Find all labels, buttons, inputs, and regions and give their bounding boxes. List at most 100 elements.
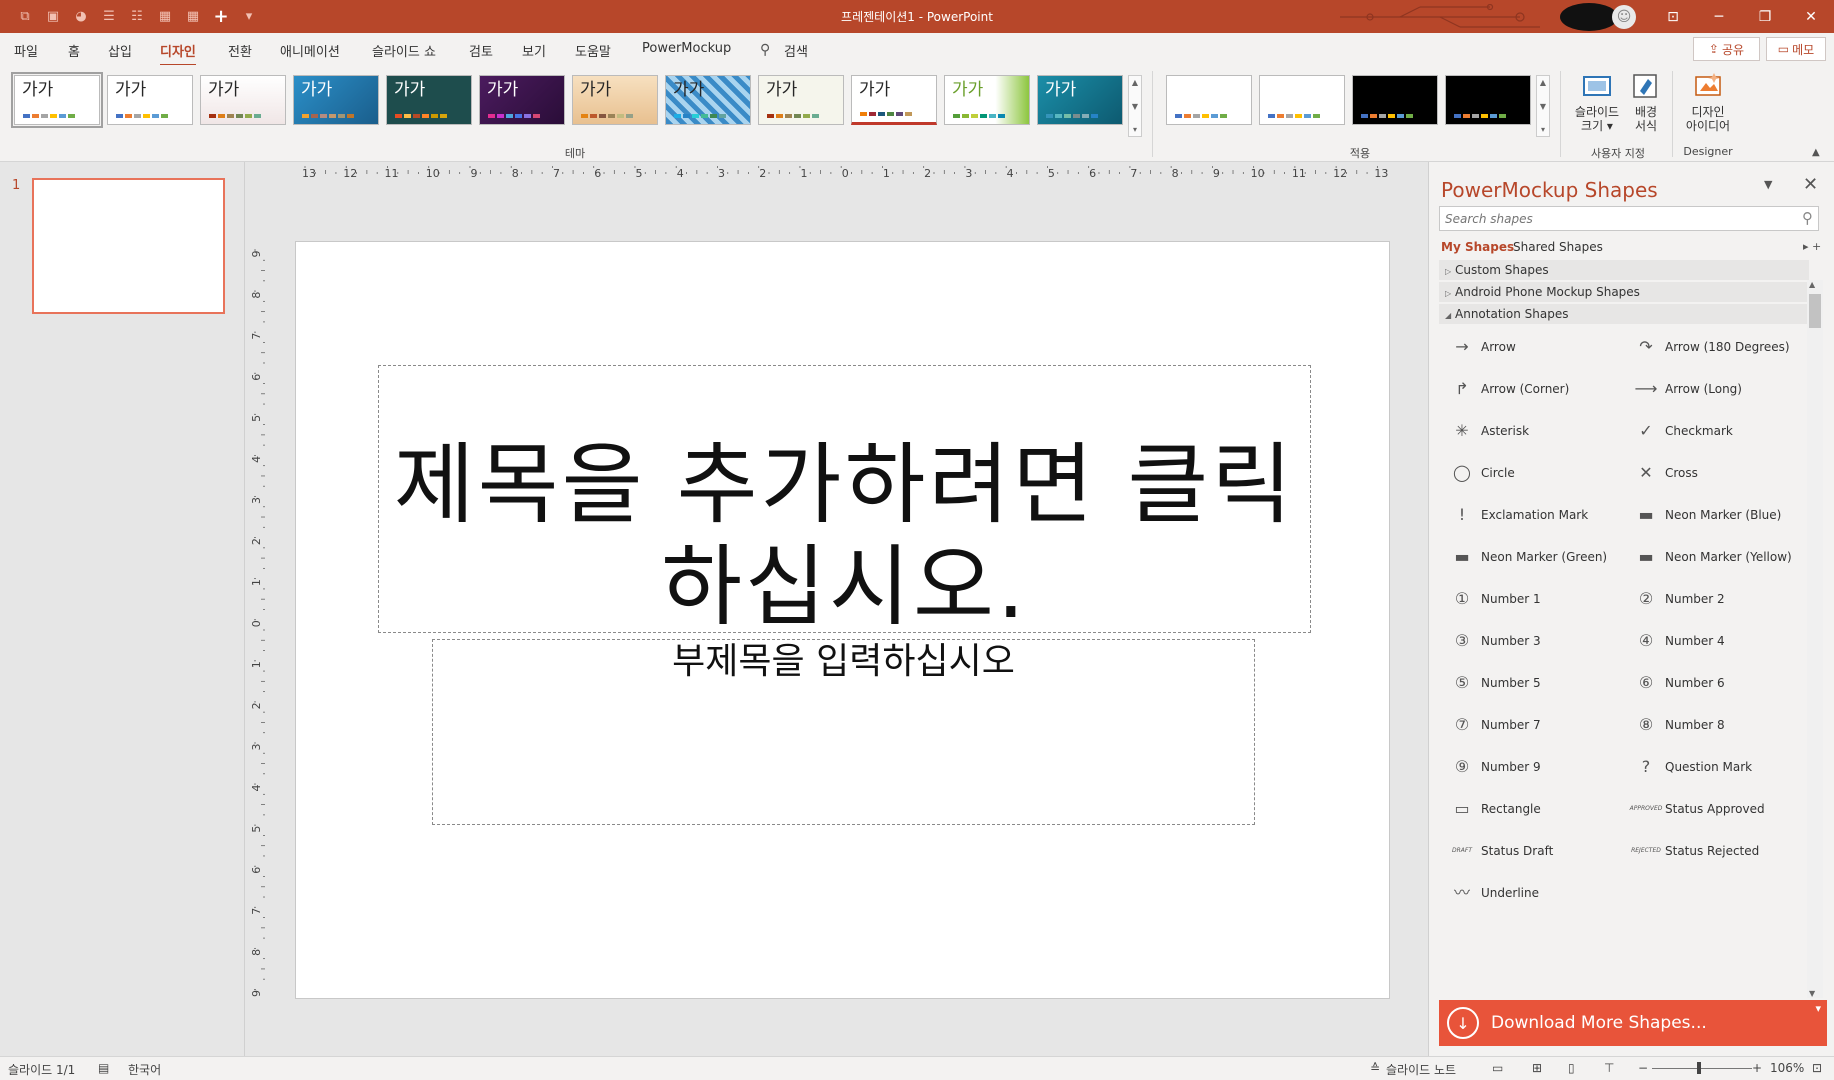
- scroll-down-icon[interactable]: ▼: [1540, 102, 1546, 111]
- design-ideas-button[interactable]: 디자인 아이디어: [1680, 71, 1736, 133]
- tab-review[interactable]: 검토: [469, 41, 493, 60]
- notes-icon[interactable]: ≙: [1370, 1061, 1380, 1075]
- tab-animations[interactable]: 애니메이션: [280, 41, 340, 60]
- format-background-button[interactable]: 배경 서식: [1626, 71, 1666, 133]
- section-header[interactable]: ▷ Custom Shapes: [1439, 260, 1809, 280]
- tab-help[interactable]: 도움말: [575, 41, 611, 60]
- tell-me-search[interactable]: 검색: [784, 41, 808, 60]
- theme-office[interactable]: 가가: [11, 72, 103, 128]
- theme-ion[interactable]: 가가: [293, 75, 379, 125]
- shape-item[interactable]: ① Number 1: [1439, 584, 1619, 614]
- zoom-in-icon[interactable]: +: [1752, 1061, 1762, 1075]
- shape-item[interactable]: DRAFT Status Draft: [1439, 836, 1619, 866]
- shape-item[interactable]: REJECTED Status Rejected: [1623, 836, 1803, 866]
- slide-sorter-icon[interactable]: ⊞: [1532, 1061, 1542, 1075]
- slide-canvas[interactable]: 제목을 추가하려면 클릭 하십시오. 부제목을 입력하십시오: [295, 241, 1390, 999]
- shape-item[interactable]: ✕ Cross: [1623, 458, 1803, 488]
- shape-item[interactable]: ⑧ Number 8: [1623, 710, 1803, 740]
- pane-options-icon[interactable]: ▼: [1764, 178, 1772, 191]
- scroll-up-icon[interactable]: ▲: [1809, 280, 1815, 289]
- shape-item[interactable]: ⑨ Number 9: [1439, 752, 1619, 782]
- subtitle-placeholder[interactable]: 부제목을 입력하십시오: [432, 639, 1255, 825]
- scroll-up-icon[interactable]: ▲: [1132, 78, 1138, 87]
- shape-item[interactable]: ✓ Checkmark: [1623, 416, 1803, 446]
- scroll-down-icon[interactable]: ▼: [1132, 102, 1138, 111]
- theme-basis[interactable]: 가가: [851, 75, 937, 125]
- shape-item[interactable]: → Arrow: [1439, 332, 1619, 362]
- theme-retrospect[interactable]: 가가: [572, 75, 658, 125]
- tab-my-shapes[interactable]: My Shapes: [1441, 240, 1514, 254]
- accessibility-icon[interactable]: ▤: [98, 1061, 109, 1075]
- zoom-slider[interactable]: [1652, 1068, 1752, 1069]
- expand-gallery-icon[interactable]: ▾: [1541, 125, 1545, 134]
- shape-item[interactable]: ǃ Exclamation Mark: [1439, 500, 1619, 530]
- shape-item[interactable]: 〰 Underline: [1439, 878, 1619, 900]
- collapse-ribbon-icon[interactable]: ▲: [1812, 147, 1820, 158]
- theme-organic[interactable]: 가가: [479, 75, 565, 125]
- shape-search-input[interactable]: [1440, 207, 1780, 230]
- theme-dividend[interactable]: 가가: [1037, 75, 1123, 125]
- shape-item[interactable]: ▬ Neon Marker (Yellow): [1623, 542, 1803, 572]
- shape-item[interactable]: ② Number 2: [1623, 584, 1803, 614]
- shape-item[interactable]: ✳ Asterisk: [1439, 416, 1619, 446]
- theme-pattern[interactable]: 가가: [665, 75, 751, 125]
- zoom-slider-thumb[interactable]: [1697, 1062, 1701, 1074]
- search-icon[interactable]: ⚲: [760, 42, 770, 58]
- section-header[interactable]: ▷ Android Phone Mockup Shapes: [1439, 282, 1809, 302]
- scroll-down-icon[interactable]: ▼: [1809, 989, 1815, 998]
- slideshow-view-icon[interactable]: ⊤: [1604, 1061, 1614, 1075]
- pane-scrollbar[interactable]: ▲ ▼: [1807, 280, 1823, 998]
- reading-view-icon[interactable]: ▯: [1568, 1061, 1575, 1075]
- variants-gallery-scroll[interactable]: ▲ ▼ ▾: [1536, 75, 1550, 137]
- fit-to-window-icon[interactable]: ⊡: [1812, 1061, 1822, 1075]
- theme-slice[interactable]: 가가: [944, 75, 1030, 125]
- tab-transitions[interactable]: 전환: [228, 41, 252, 60]
- theme-office-2[interactable]: 가가: [107, 75, 193, 125]
- theme-ion-boardroom[interactable]: 가가: [386, 75, 472, 125]
- title-placeholder[interactable]: 제목을 추가하려면 클릭 하십시오.: [378, 365, 1311, 638]
- slide-size-button[interactable]: 슬라이드 크기 ▾: [1568, 71, 1626, 133]
- tab-powermockup[interactable]: PowerMockup: [642, 41, 731, 56]
- variant-2[interactable]: [1259, 75, 1345, 125]
- shape-item[interactable]: ▬ Neon Marker (Blue): [1623, 500, 1803, 530]
- variant-1[interactable]: [1166, 75, 1252, 125]
- minimize-button[interactable]: ─: [1696, 0, 1742, 33]
- comments-button[interactable]: ▭ 메모: [1766, 37, 1826, 61]
- themes-gallery-scroll[interactable]: ▲ ▼ ▾: [1128, 75, 1142, 137]
- expand-gallery-icon[interactable]: ▾: [1133, 125, 1137, 134]
- tab-file[interactable]: 파일: [14, 41, 38, 60]
- theme-facet[interactable]: 가가: [200, 75, 286, 125]
- shape-item[interactable]: ④ Number 4: [1623, 626, 1803, 656]
- language-indicator[interactable]: 한국어: [128, 1061, 161, 1078]
- shape-item[interactable]: ③ Number 3: [1439, 626, 1619, 656]
- search-icon[interactable]: ⚲: [1802, 209, 1813, 227]
- account-avatar-icon[interactable]: ☺: [1612, 5, 1636, 29]
- shape-item[interactable]: ? Question Mark: [1623, 752, 1803, 782]
- tab-view[interactable]: 보기: [522, 41, 546, 60]
- notes-button[interactable]: 슬라이드 노트: [1386, 1061, 1456, 1078]
- slide-thumbnail-1[interactable]: [32, 178, 225, 314]
- chevron-down-icon[interactable]: ▾: [1815, 1002, 1821, 1015]
- shape-item[interactable]: ↷ Arrow (180 Degrees): [1623, 332, 1803, 362]
- zoom-level[interactable]: 106%: [1770, 1061, 1804, 1075]
- scrollbar-thumb[interactable]: [1809, 294, 1821, 328]
- download-more-shapes-button[interactable]: ↓ Download More Shapes... ▾: [1439, 1000, 1827, 1046]
- section-header[interactable]: ◢ Annotation Shapes: [1439, 304, 1809, 324]
- pane-tab-controls[interactable]: ▸ +: [1803, 240, 1821, 253]
- shape-item[interactable]: APPROVED Status Approved: [1623, 794, 1803, 824]
- restore-button[interactable]: ❐: [1742, 0, 1788, 33]
- tab-home[interactable]: 홈: [68, 41, 80, 60]
- ribbon-display-options-button[interactable]: ⊡: [1650, 0, 1696, 33]
- tab-insert[interactable]: 삽입: [108, 41, 132, 60]
- normal-view-icon[interactable]: ▭: [1492, 1061, 1503, 1075]
- shape-item[interactable]: ▬ Neon Marker (Green): [1439, 542, 1619, 572]
- pane-close-icon[interactable]: ✕: [1803, 174, 1818, 195]
- shape-item[interactable]: ⟶ Arrow (Long): [1623, 374, 1803, 404]
- shape-item[interactable]: ⑤ Number 5: [1439, 668, 1619, 698]
- share-button[interactable]: ⇪ 공유: [1693, 37, 1760, 61]
- tab-shared-shapes[interactable]: Shared Shapes: [1513, 240, 1603, 254]
- shape-item[interactable]: ◯ Circle: [1439, 458, 1619, 488]
- shape-item[interactable]: ⑥ Number 6: [1623, 668, 1803, 698]
- shape-item[interactable]: ▭ Rectangle: [1439, 794, 1619, 824]
- tab-slideshow[interactable]: 슬라이드 쇼: [372, 41, 436, 60]
